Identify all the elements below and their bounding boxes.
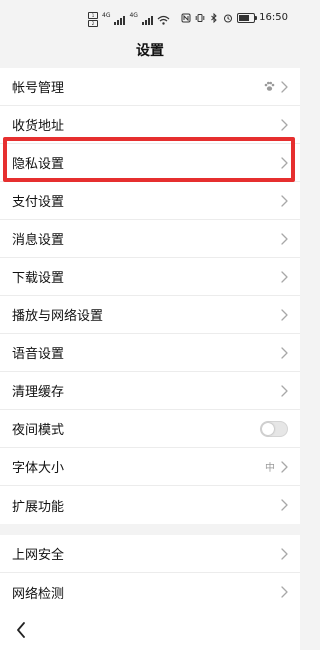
settings-row[interactable]: 清理缓存 xyxy=(0,372,300,410)
settings-row-accessory xyxy=(281,156,288,169)
settings-row-accessory xyxy=(281,499,288,511)
settings-row-label: 语音设置 xyxy=(12,347,65,362)
settings-row-label: 下载设置 xyxy=(12,271,65,286)
status-bar-left: 1 2 4G 4G xyxy=(88,12,170,27)
settings-row-label: 隐私设置 xyxy=(12,157,65,172)
settings-row-accessory xyxy=(281,270,288,283)
settings-row[interactable]: 播放与网络设置 xyxy=(0,296,300,334)
settings-row[interactable]: 消息设置 xyxy=(0,220,300,258)
chevron-right-icon xyxy=(281,346,288,359)
chevron-right-icon xyxy=(281,499,288,511)
settings-group: 帐号管理收货地址隐私设置支付设置消息设置下载设置播放与网络设置 语音设置清理缓存夜… xyxy=(0,68,300,524)
chevron-right-icon xyxy=(281,270,288,283)
network-type-2: 4G xyxy=(129,12,138,19)
settings-row-accessory xyxy=(281,308,288,321)
settings-row-accessory xyxy=(281,118,288,131)
settings-row[interactable]: 收货地址 xyxy=(0,106,300,144)
chevron-right-icon xyxy=(281,194,288,207)
signal-bars-2-icon xyxy=(141,15,153,25)
sim-card-icons: 1 2 xyxy=(88,12,98,27)
settings-row-label: 收货地址 xyxy=(12,119,65,134)
settings-row[interactable]: 字体大小 中 xyxy=(0,448,300,486)
sim1-icon: 1 xyxy=(88,12,98,19)
settings-row[interactable]: 帐号管理 xyxy=(0,68,300,106)
settings-row-label: 夜间模式 xyxy=(12,423,65,438)
night-mode-toggle[interactable] xyxy=(260,420,288,437)
settings-row-value: 中 xyxy=(265,463,275,474)
page-title: 设置 xyxy=(136,43,164,59)
settings-row-accessory xyxy=(281,547,288,560)
settings-row[interactable]: 网络检测 xyxy=(0,573,300,611)
settings-row-label: 字体大小 xyxy=(12,461,65,476)
settings-row-accessory xyxy=(264,80,288,93)
settings-row[interactable]: 支付设置 xyxy=(0,182,300,220)
chevron-right-icon xyxy=(281,547,288,560)
settings-group: 上网安全 网络检测 xyxy=(0,535,300,611)
status-bar: 1 2 4G 4G 16:50 xyxy=(0,0,300,36)
bluetooth-icon xyxy=(211,12,217,23)
vibrate-icon xyxy=(195,13,205,22)
settings-row-accessory: 中 xyxy=(265,459,288,474)
settings-row-label: 支付设置 xyxy=(12,195,65,210)
chevron-right-icon xyxy=(281,384,288,397)
status-time: 16:50 xyxy=(259,12,288,23)
chevron-right-icon xyxy=(281,156,288,169)
paw-icon xyxy=(264,81,275,91)
settings-row-accessory xyxy=(281,384,288,397)
settings-row[interactable]: 下载设置 xyxy=(0,258,300,296)
settings-row[interactable]: 夜间模式 xyxy=(0,410,300,448)
chevron-right-icon xyxy=(281,80,288,93)
wifi-icon xyxy=(157,15,170,25)
settings-row-label: 扩展功能 xyxy=(12,499,65,515)
chevron-right-icon xyxy=(281,308,288,321)
sim2-icon: 2 xyxy=(88,20,98,27)
settings-row-label: 播放与网络设置 xyxy=(12,309,104,324)
network-type-1: 4G xyxy=(102,12,111,19)
settings-row[interactable]: 扩展功能 xyxy=(0,486,300,524)
settings-row-label: 消息设置 xyxy=(12,233,65,248)
settings-row-label: 清理缓存 xyxy=(12,385,65,400)
signal-bars-icon xyxy=(114,15,126,25)
settings-list: 帐号管理收货地址隐私设置支付设置消息设置下载设置播放与网络设置 语音设置清理缓存夜… xyxy=(0,68,300,611)
settings-row-accessory xyxy=(260,420,288,437)
alarm-icon xyxy=(224,14,233,22)
settings-row-accessory xyxy=(281,586,288,598)
chevron-right-icon xyxy=(281,460,288,473)
settings-row-label: 帐号管理 xyxy=(12,81,65,96)
settings-row-accessory xyxy=(281,194,288,207)
settings-row-label: 上网安全 xyxy=(12,548,65,563)
chevron-right-icon xyxy=(281,232,288,245)
settings-row-accessory xyxy=(281,346,288,359)
settings-row[interactable]: 语音设置 xyxy=(0,334,300,372)
settings-row-label: 网络检测 xyxy=(12,586,65,602)
settings-row[interactable]: 上网安全 xyxy=(0,535,300,573)
chevron-right-icon xyxy=(281,118,288,131)
back-arrow-icon[interactable] xyxy=(16,622,26,638)
status-bar-right: 16:50 xyxy=(181,12,288,23)
battery-icon xyxy=(237,12,258,23)
settings-row[interactable]: 隐私设置 xyxy=(0,144,300,182)
nfc-icon xyxy=(181,13,191,22)
settings-row-accessory xyxy=(281,232,288,245)
chevron-right-icon xyxy=(281,586,288,598)
bottom-nav xyxy=(0,608,300,650)
